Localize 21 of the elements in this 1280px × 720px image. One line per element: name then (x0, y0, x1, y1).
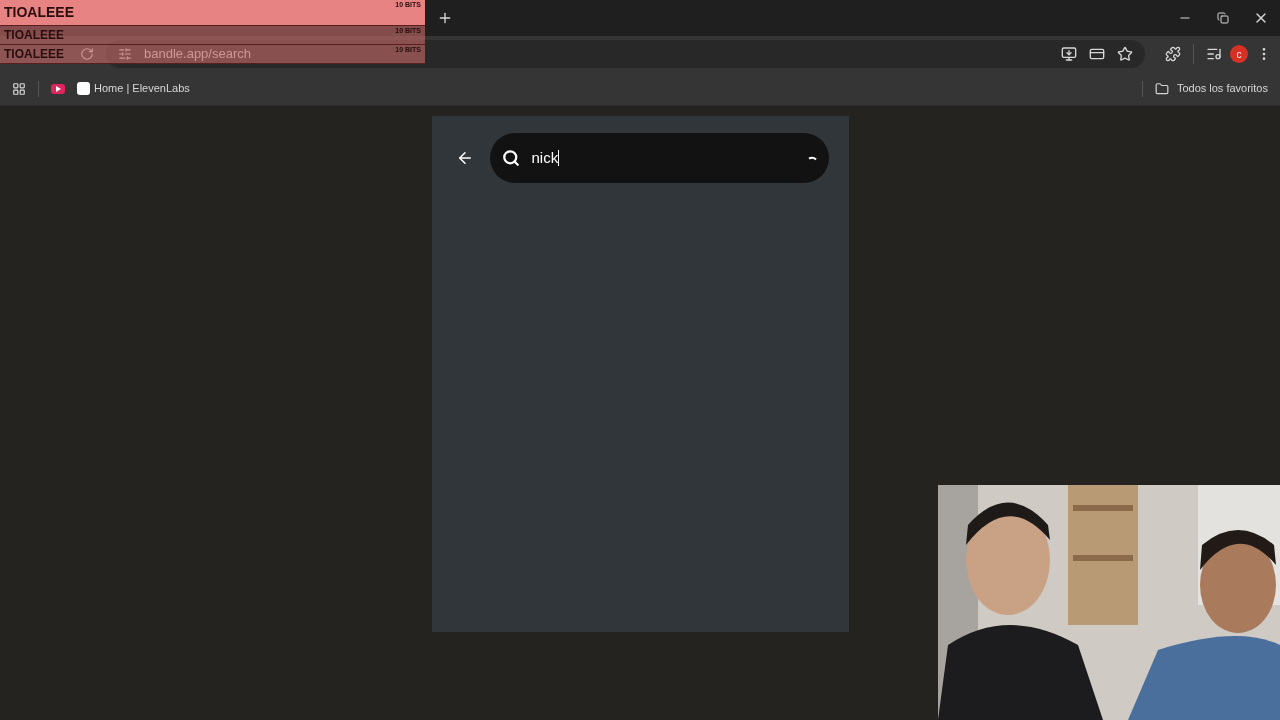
apps-icon[interactable] (12, 81, 26, 96)
install-icon (1061, 46, 1077, 62)
video-icon[interactable] (51, 83, 65, 94)
alert-name: TIOALEEE (4, 46, 64, 63)
alert-name: TIOALEEE (4, 3, 74, 22)
site-settings-icon (118, 47, 132, 61)
media-icon[interactable] (1206, 46, 1222, 62)
alert-name: TIOALEEE (4, 27, 64, 44)
folder-icon (1154, 81, 1169, 96)
search-icon (501, 149, 520, 167)
bookmark-link[interactable]: Home | ElevenLabs (77, 80, 190, 97)
all-bookmarks-link[interactable]: Todos los favoritos (1154, 80, 1268, 97)
url-text: bandle.app/search (144, 45, 251, 64)
plus-icon (437, 10, 453, 26)
restore-icon (1217, 12, 1229, 24)
profile-avatar[interactable]: c (1230, 45, 1248, 63)
search-field[interactable]: nick (489, 133, 829, 183)
card-icon (1089, 46, 1105, 62)
bookmark-star-icon (1117, 46, 1133, 62)
extensions-icon[interactable] (1165, 46, 1181, 62)
search-input-text: nick (531, 147, 561, 168)
